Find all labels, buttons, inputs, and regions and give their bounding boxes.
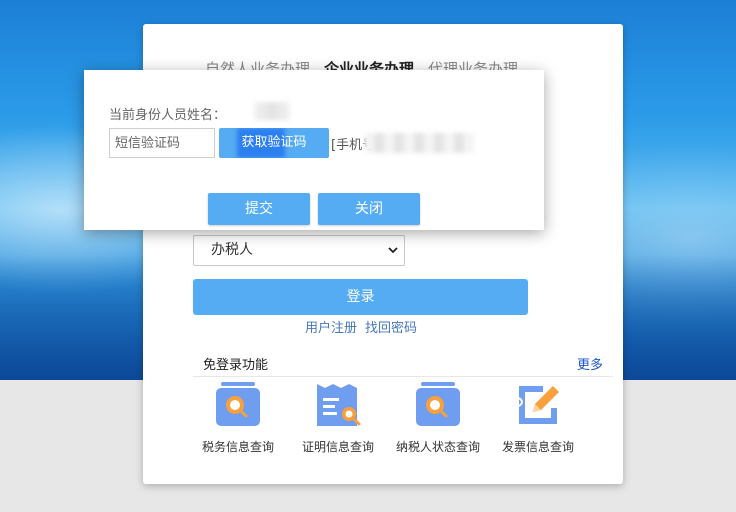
submit-button[interactable]: 提交 [208,193,310,225]
free-login-title: 免登录功能 [203,358,269,373]
redacted-phone [364,133,474,153]
function-tax-info[interactable]: 税务信息查询 [188,382,288,455]
recover-password-link[interactable]: 找回密码 [365,321,417,336]
magnifier-card-icon [413,382,463,428]
function-label: 证明信息查询 [301,440,374,454]
login-button[interactable]: 登录 [193,279,528,315]
account-links: 用户注册 找回密码 [143,317,579,336]
function-certificate-info[interactable]: 证明信息查询 [288,382,388,455]
divider [193,376,613,377]
close-button[interactable]: 关闭 [318,193,420,225]
role-select-value: 办税人 [211,242,253,258]
chevron-down-icon [388,236,398,276]
sms-verification-dialog: 当前身份人员姓名： 获取验证码 [手机号 提交 关闭 [84,70,544,230]
function-label: 税务信息查询 [201,440,274,454]
function-taxpayer-status[interactable]: 纳税人状态查询 [388,382,488,455]
function-label: 纳税人状态查询 [395,440,480,454]
role-select[interactable]: 办税人 [193,235,405,266]
more-link[interactable]: 更多 [577,354,603,373]
magnifier-card-icon [213,382,263,428]
certificate-search-icon [313,382,363,428]
register-link[interactable]: 用户注册 [305,321,357,336]
function-label: 发票信息查询 [501,440,574,454]
current-identity-label: 当前身份人员姓名： [109,108,227,123]
get-code-button[interactable]: 获取验证码 [219,128,329,158]
get-code-label: 获取验证码 [241,135,307,150]
sms-code-input[interactable] [109,128,215,158]
invoice-pencil-icon [513,382,563,428]
function-invoice-info[interactable]: 发票信息查询 [488,382,588,455]
redacted-name [254,102,290,120]
